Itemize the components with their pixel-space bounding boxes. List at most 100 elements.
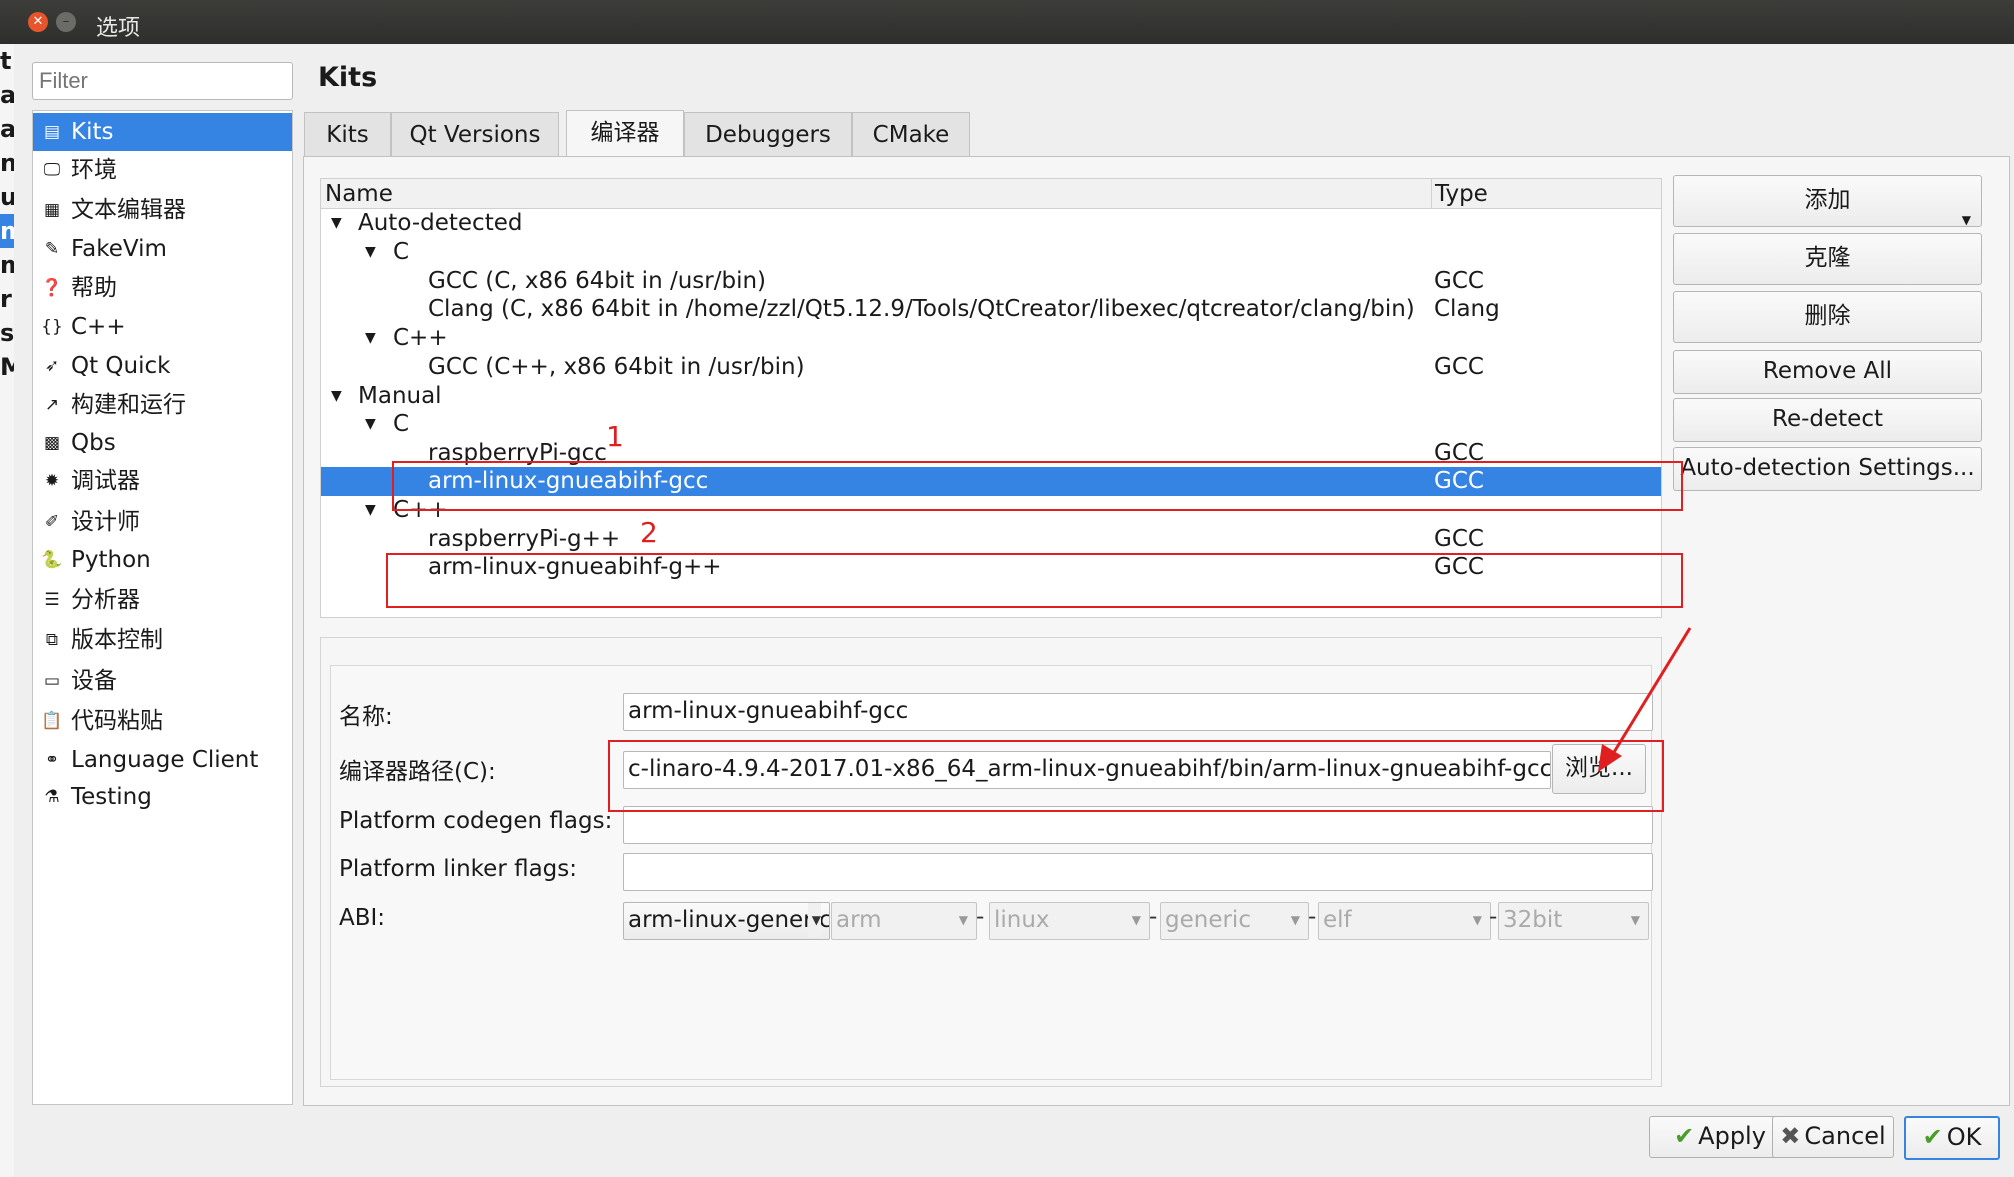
compiler-name: raspberryPi-g++ <box>428 526 621 552</box>
compiler-row[interactable]: GCC (C, x86 64bit in /usr/bin) GCC <box>321 267 1661 296</box>
background-window-strip: taanummrsM <box>0 44 14 1177</box>
nav-item--[interactable]: ▦ 文本编辑器 <box>33 191 292 229</box>
chevron-down-icon: ▼ <box>1472 913 1482 927</box>
nav-item-language-client[interactable]: ⚭ Language Client <box>33 741 292 779</box>
platform-linker-flags-field[interactable] <box>623 853 1653 891</box>
abi-flavor-combo[interactable]: generic ▼ <box>1160 902 1309 940</box>
title-bar: ✕ – 选项 <box>0 0 2014 44</box>
abi-os-value: linux <box>994 907 1050 933</box>
nav-item-cplusplus[interactable]: {} C++ <box>33 308 292 346</box>
auto-detection-settings-button[interactable]: Auto-detection Settings... <box>1673 447 1982 491</box>
tree-group-row[interactable]: ▼ C <box>321 410 1661 439</box>
qtquick-icon: ➶ <box>44 356 60 376</box>
expand-arrow-icon[interactable]: ▼ <box>365 238 376 267</box>
tree-group-row[interactable]: ▼ Auto-detected <box>321 209 1661 238</box>
nav-item-label: 文本编辑器 <box>71 197 186 223</box>
compiler-row[interactable]: GCC (C++, x86 64bit in /usr/bin) GCC <box>321 353 1661 382</box>
apply-button-label: Apply <box>1698 1122 1766 1150</box>
expand-arrow-icon[interactable]: ▼ <box>365 496 376 525</box>
delete-button[interactable]: 删除 <box>1673 291 1982 343</box>
nav-item--[interactable]: ▭ 设备 <box>33 662 292 700</box>
compiler-type: Clang <box>1434 296 1500 322</box>
expand-arrow-icon[interactable]: ▼ <box>365 410 376 439</box>
tree-group-row[interactable]: ▼ Manual <box>321 382 1661 411</box>
abi-width-value: 32bit <box>1503 907 1563 933</box>
background-window-text: m <box>0 251 14 279</box>
nav-item--[interactable]: ✐ 设计师 <box>33 503 292 541</box>
minimize-window-button[interactable]: – <box>56 12 76 32</box>
expand-arrow-icon[interactable]: ▼ <box>331 209 342 238</box>
help-icon: ❓ <box>41 278 63 298</box>
debugger-icon: ✹ <box>44 471 60 491</box>
tab--[interactable]: 编译器 <box>566 110 684 157</box>
ok-button[interactable]: ✔ OK <box>1904 1116 2000 1160</box>
checkmark-icon: ✔ <box>1674 1122 1695 1150</box>
compiler-type: GCC <box>1434 268 1484 294</box>
nav-item--[interactable]: ✹ 调试器 <box>33 462 292 500</box>
build-run-icon: ↗ <box>44 395 60 415</box>
nav-item-testing[interactable]: ⚗ Testing <box>33 778 292 816</box>
analyzer-icon: ☰ <box>44 590 60 610</box>
compiler-name: C++ <box>393 325 448 351</box>
platform-codegen-flags-label: Platform codegen flags: <box>339 808 613 834</box>
nav-item--[interactable]: ❓ 帮助 <box>33 269 292 307</box>
nav-item-qt-quick[interactable]: ➶ Qt Quick <box>33 347 292 385</box>
nav-item-fakevim[interactable]: ✎ FakeVim <box>33 230 292 268</box>
abi-preset-combo[interactable]: arm-linux-generic ▼ <box>623 902 830 940</box>
cancel-button[interactable]: ✖ Cancel <box>1772 1116 1894 1158</box>
nav-item--[interactable]: ⧉ 版本控制 <box>33 621 292 659</box>
abi-architecture-value: arm <box>836 907 882 933</box>
compiler-type: GCC <box>1434 526 1484 552</box>
tab-cmake[interactable]: CMake <box>852 112 970 157</box>
abi-architecture-combo[interactable]: arm ▼ <box>831 902 977 940</box>
name-field[interactable]: arm-linux-gnueabihf-gcc <box>623 693 1653 731</box>
background-window-text: t <box>0 47 12 75</box>
cancel-x-icon: ✖ <box>1780 1122 1801 1150</box>
tab-qt-versions[interactable]: Qt Versions <box>391 112 559 157</box>
abi-flavor-value: generic <box>1165 907 1251 933</box>
abi-format-combo[interactable]: elf ▼ <box>1318 902 1491 940</box>
compiler-name: Manual <box>358 383 442 409</box>
nav-item--[interactable]: ☰ 分析器 <box>33 581 292 619</box>
compiler-type: GCC <box>1434 354 1484 380</box>
expand-arrow-icon[interactable]: ▼ <box>331 382 342 411</box>
nav-item--[interactable]: 🖵 环境 <box>33 151 292 189</box>
filter-input[interactable] <box>32 62 293 100</box>
code-paste-icon: 📋 <box>41 711 63 731</box>
abi-os-combo[interactable]: linux ▼ <box>989 902 1150 940</box>
redetect-button[interactable]: Re-detect <box>1673 398 1982 442</box>
platform-linker-flags-label: Platform linker flags: <box>339 856 577 882</box>
tree-group-row[interactable]: ▼ C <box>321 238 1661 267</box>
nav-item-kits[interactable]: ▤ Kits <box>33 113 292 151</box>
abi-separator: - <box>1308 904 1317 930</box>
chevron-down-icon: ▼ <box>1131 913 1141 927</box>
nav-item-label: Language Client <box>71 747 259 773</box>
abi-separator: - <box>1489 904 1498 930</box>
tab-debuggers[interactable]: Debuggers <box>684 112 852 157</box>
nav-item-label: Qt Quick <box>71 353 171 379</box>
tree-group-row[interactable]: ▼ C++ <box>321 324 1661 353</box>
language-client-icon: ⚭ <box>44 750 60 770</box>
close-window-button[interactable]: ✕ <box>28 12 48 32</box>
column-header-type[interactable]: Type <box>1432 179 1661 209</box>
nav-item--[interactable]: ↗ 构建和运行 <box>33 386 292 424</box>
compiler-row[interactable]: Clang (C, x86 64bit in /home/zzl/Qt5.12.… <box>321 295 1661 324</box>
nav-item-qbs[interactable]: ▩ Qbs <box>33 424 292 462</box>
add-button[interactable]: 添加 ▼ <box>1673 175 1982 227</box>
apply-button[interactable]: ✔ Apply <box>1649 1116 1791 1158</box>
expand-arrow-icon[interactable]: ▼ <box>365 324 376 353</box>
nav-item-label: Testing <box>71 784 152 810</box>
text-editor-icon: ▦ <box>43 200 61 220</box>
annotation-box-1 <box>392 461 1683 511</box>
background-window-text: a <box>0 81 14 109</box>
remove-all-button[interactable]: Remove All <box>1673 350 1982 394</box>
abi-width-combo[interactable]: 32bit ▼ <box>1498 902 1649 940</box>
tab-kits[interactable]: Kits <box>304 112 391 157</box>
compiler-row[interactable]: raspberryPi-g++ GCC <box>321 525 1661 554</box>
column-header-name[interactable]: Name <box>321 179 1432 209</box>
clone-button[interactable]: 克隆 <box>1673 233 1982 285</box>
compiler-name: C <box>393 239 410 265</box>
nav-item-python[interactable]: 🐍 Python <box>33 541 292 579</box>
nav-item--[interactable]: 📋 代码粘贴 <box>33 702 292 740</box>
nav-item-label: Qbs <box>71 430 116 456</box>
